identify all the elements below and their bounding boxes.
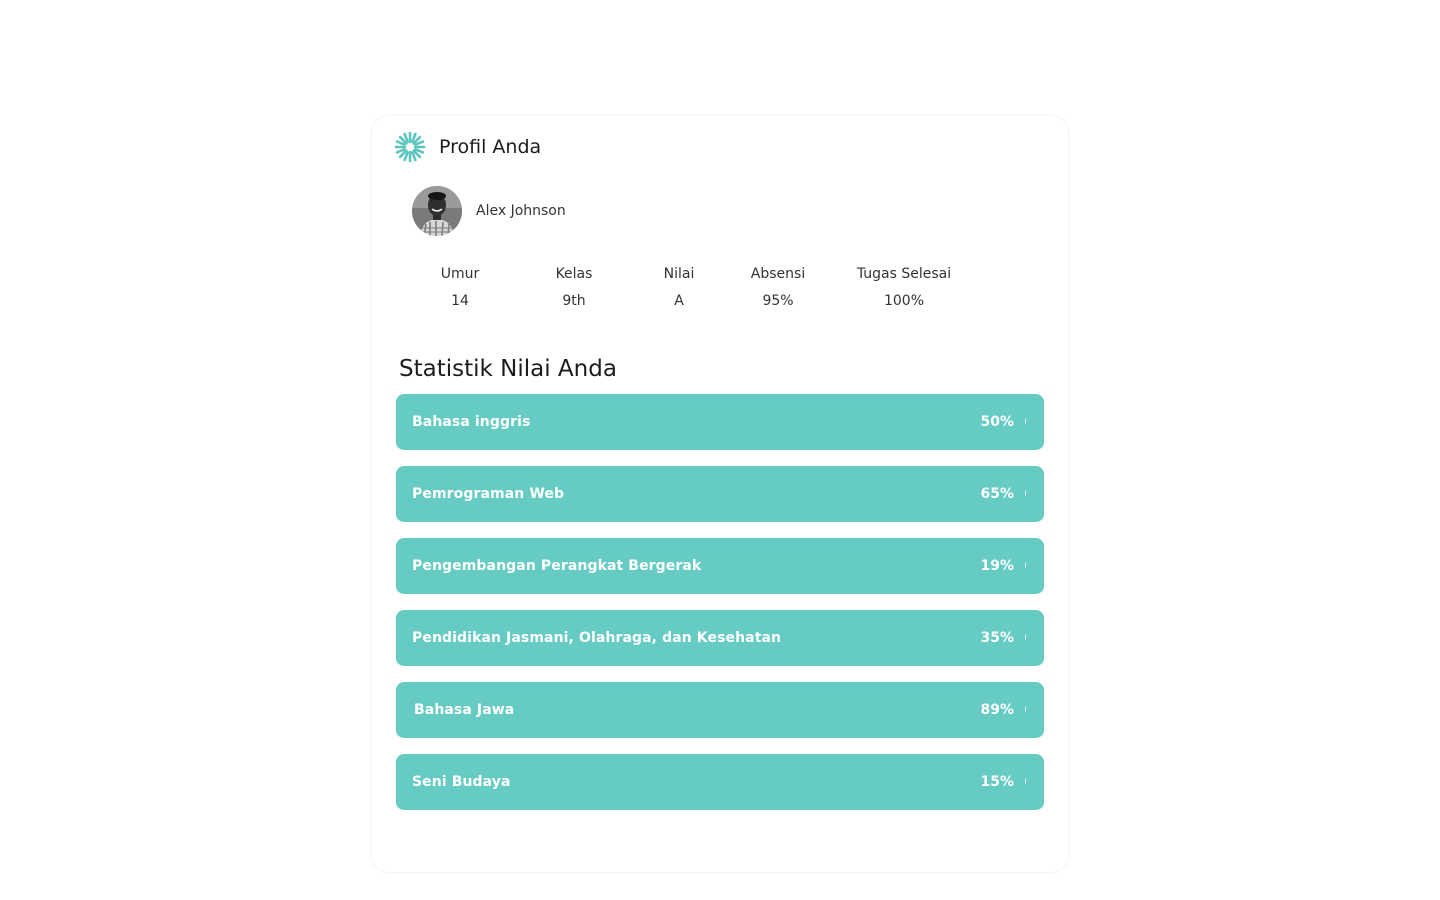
stat-attendance: Absensi 95% <box>708 266 848 309</box>
teal-sunburst-logo-icon <box>394 131 426 163</box>
stat-label: Absensi <box>750 266 806 282</box>
subject-bar-bahasa-jawa[interactable]: Bahasa Jawa 89% <box>396 682 1044 738</box>
subject-bar-pemrograman-web[interactable]: Pemrograman Web 65% <box>396 466 1044 522</box>
subject-score: 15% <box>980 774 1014 790</box>
subject-score: 65% <box>980 486 1014 502</box>
subject-score: 35% <box>980 630 1014 646</box>
user-name: Alex Johnson <box>476 203 566 219</box>
stat-value: 95% <box>762 293 794 309</box>
subject-bar-bahasa-inggris[interactable]: Bahasa inggris 50% <box>396 394 1044 450</box>
subject-name: Bahasa Jawa <box>414 702 515 718</box>
bar-tick-icon <box>1025 491 1026 496</box>
subject-bar-pjok[interactable]: Pendidikan Jasmani, Olahraga, dan Keseha… <box>396 610 1044 666</box>
user-info: Alex Johnson <box>412 186 566 236</box>
bar-tick-icon <box>1025 563 1026 568</box>
bar-tick-icon <box>1025 779 1026 784</box>
subject-name: Seni Budaya <box>412 774 511 790</box>
bar-tick-icon <box>1025 419 1026 424</box>
subject-score: 89% <box>980 702 1014 718</box>
subject-score: 19% <box>980 558 1014 574</box>
bar-tick-icon <box>1025 635 1026 640</box>
stat-tasks-completed: Tugas Selesai 100% <box>834 266 974 309</box>
subject-name: Pendidikan Jasmani, Olahraga, dan Keseha… <box>412 630 782 646</box>
subject-score-list: Bahasa inggris 50% Pemrograman Web 65% P… <box>396 394 1044 826</box>
page-title: Profil Anda <box>439 136 542 158</box>
bar-tick-icon <box>1025 707 1026 712</box>
subject-score: 50% <box>980 414 1014 430</box>
subject-bar-pengembangan-perangkat-bergerak[interactable]: Pengembangan Perangkat Bergerak 19% <box>396 538 1044 594</box>
statistics-title: Statistik Nilai Anda <box>399 356 617 382</box>
user-avatar[interactable] <box>412 186 462 236</box>
subject-name: Pemrograman Web <box>412 486 565 502</box>
profile-header: Profil Anda <box>392 129 541 165</box>
subject-name: Bahasa inggris <box>412 414 531 430</box>
profile-stats: Umur 14 Kelas 9th Nilai A Absensi 95% Tu… <box>372 266 1068 326</box>
subject-name: Pengembangan Perangkat Bergerak <box>412 558 702 574</box>
stat-label: Tugas Selesai <box>856 266 952 282</box>
stat-value: 100% <box>883 293 925 309</box>
subject-bar-seni-budaya[interactable]: Seni Budaya 15% <box>396 754 1044 810</box>
profile-card: Profil Anda Alex Johnson Umur 14 Kelas 9… <box>372 116 1068 872</box>
